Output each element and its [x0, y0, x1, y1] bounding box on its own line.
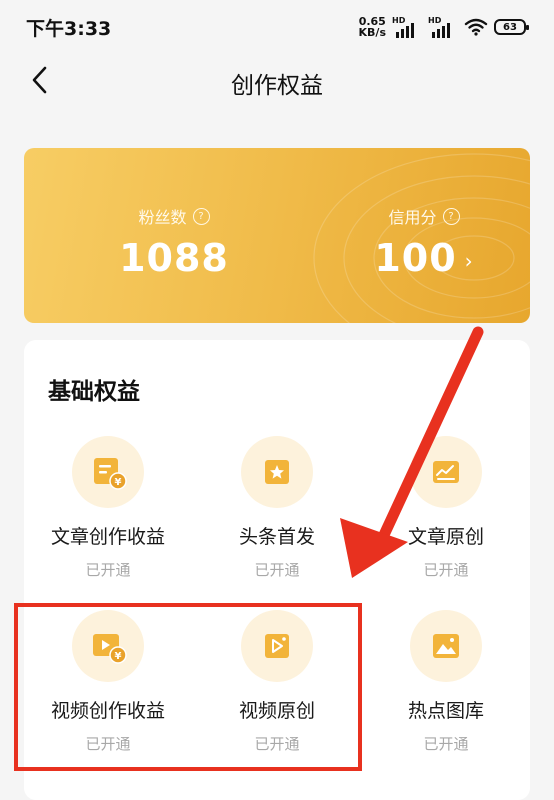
annotation-arrow-icon	[340, 326, 484, 578]
